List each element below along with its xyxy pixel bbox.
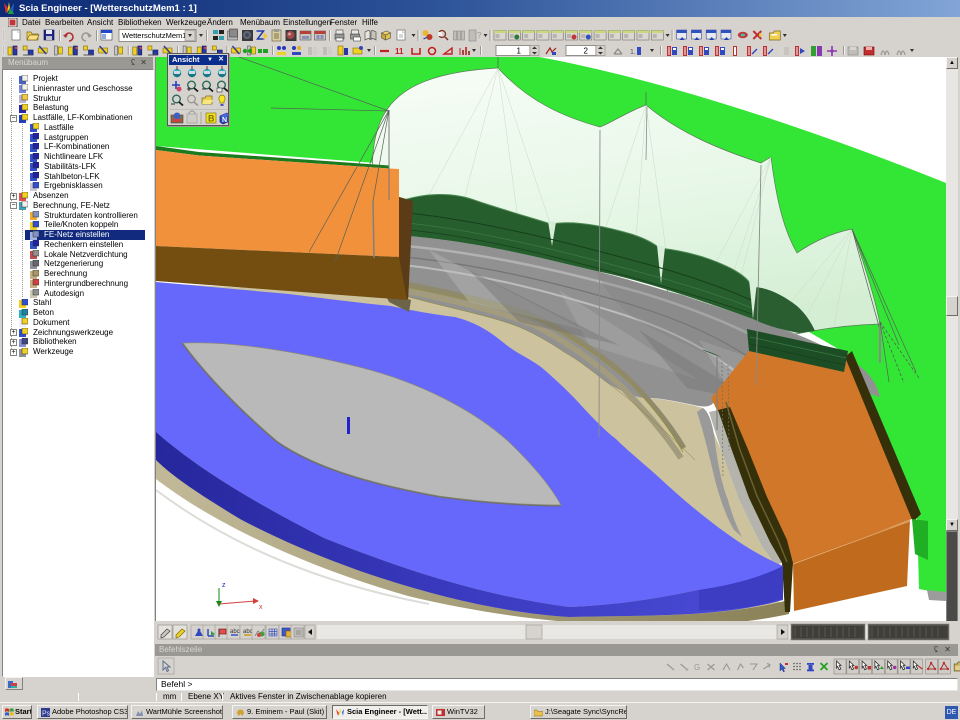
svg-text:N: N [222, 117, 227, 124]
svg-text:2: 2 [584, 47, 589, 56]
svg-text:Ps: Ps [42, 711, 50, 718]
svg-text:G: G [694, 663, 700, 672]
svg-text:1: 1 [517, 47, 522, 56]
svg-text:WetterschutzMem1: WetterschutzMem1 [122, 31, 186, 40]
svg-text:1.: 1. [630, 49, 636, 56]
svg-text:11: 11 [395, 47, 404, 56]
svg-text:?: ? [477, 31, 482, 40]
svg-text:x: x [259, 604, 263, 611]
svg-text:B: B [208, 114, 215, 124]
svg-text:abc: abc [243, 629, 253, 635]
svg-text:abc: abc [230, 629, 240, 635]
svg-text:z: z [222, 582, 226, 589]
